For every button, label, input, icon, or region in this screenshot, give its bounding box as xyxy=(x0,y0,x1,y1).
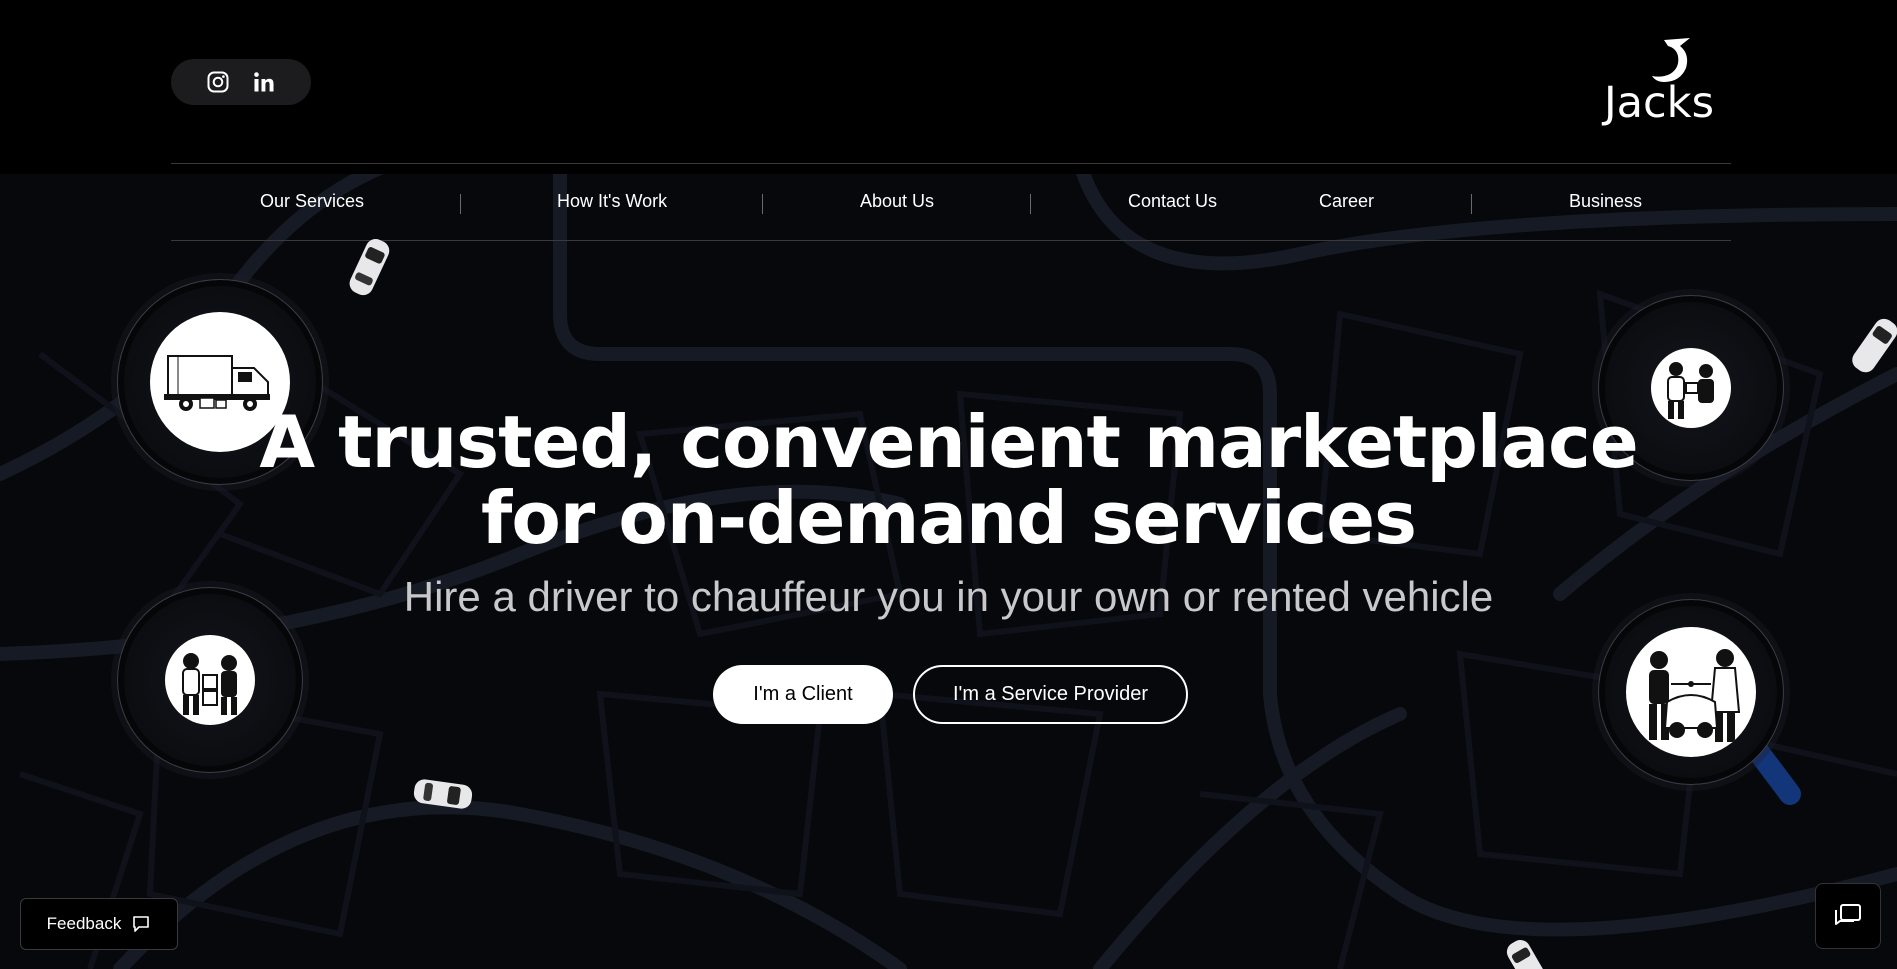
hero-title-line-2: for on-demand services xyxy=(481,476,1417,560)
jacks-logo[interactable]: Jacks xyxy=(1604,36,1732,128)
nav-bottom-divider xyxy=(171,240,1731,241)
linkedin-icon[interactable] xyxy=(251,69,277,95)
logo-wordmark: Jacks xyxy=(1604,78,1714,128)
nav-separator xyxy=(1030,194,1031,214)
map-background xyxy=(0,174,1897,969)
car-icon xyxy=(413,779,473,809)
main-nav: Our Services How It's Work About Us Cont… xyxy=(171,164,1731,240)
nav-our-services[interactable]: Our Services xyxy=(260,191,364,212)
nav-career[interactable]: Career xyxy=(1319,191,1374,212)
nav-separator xyxy=(460,194,461,214)
nav-about-us[interactable]: About Us xyxy=(860,191,934,212)
delivery-people-icon xyxy=(182,653,237,715)
chat-icon xyxy=(1835,904,1861,925)
feedback-label: Feedback xyxy=(46,914,122,933)
client-button[interactable]: I'm a Client xyxy=(713,665,893,724)
nav-separator xyxy=(762,194,763,214)
car-icon xyxy=(1506,939,1546,969)
street-map-illustration xyxy=(0,174,1897,969)
service-provider-button[interactable]: I'm a Service Provider xyxy=(913,665,1188,724)
speech-bubble-icon xyxy=(133,916,150,932)
hero-title: A trusted, convenient marketplace for on… xyxy=(0,404,1897,556)
instagram-icon[interactable] xyxy=(205,69,231,95)
social-links xyxy=(171,59,311,105)
car-keys-handover-icon xyxy=(1649,649,1741,742)
nav-contact-us[interactable]: Contact Us xyxy=(1128,191,1217,212)
chat-launcher-button[interactable] xyxy=(1815,883,1881,949)
hero-title-line-1: A trusted, convenient marketplace xyxy=(259,400,1638,484)
service-bubble-car-keys[interactable] xyxy=(1598,599,1784,785)
car-icon xyxy=(1852,318,1897,373)
nav-business[interactable]: Business xyxy=(1569,191,1642,212)
nav-separator xyxy=(1471,194,1472,214)
nav-how-its-work[interactable]: How It's Work xyxy=(557,191,667,212)
feedback-button[interactable]: Feedback xyxy=(20,898,178,950)
hero-subtitle: Hire a driver to chauffeur you in your o… xyxy=(403,573,1494,620)
car-icon xyxy=(349,239,390,296)
